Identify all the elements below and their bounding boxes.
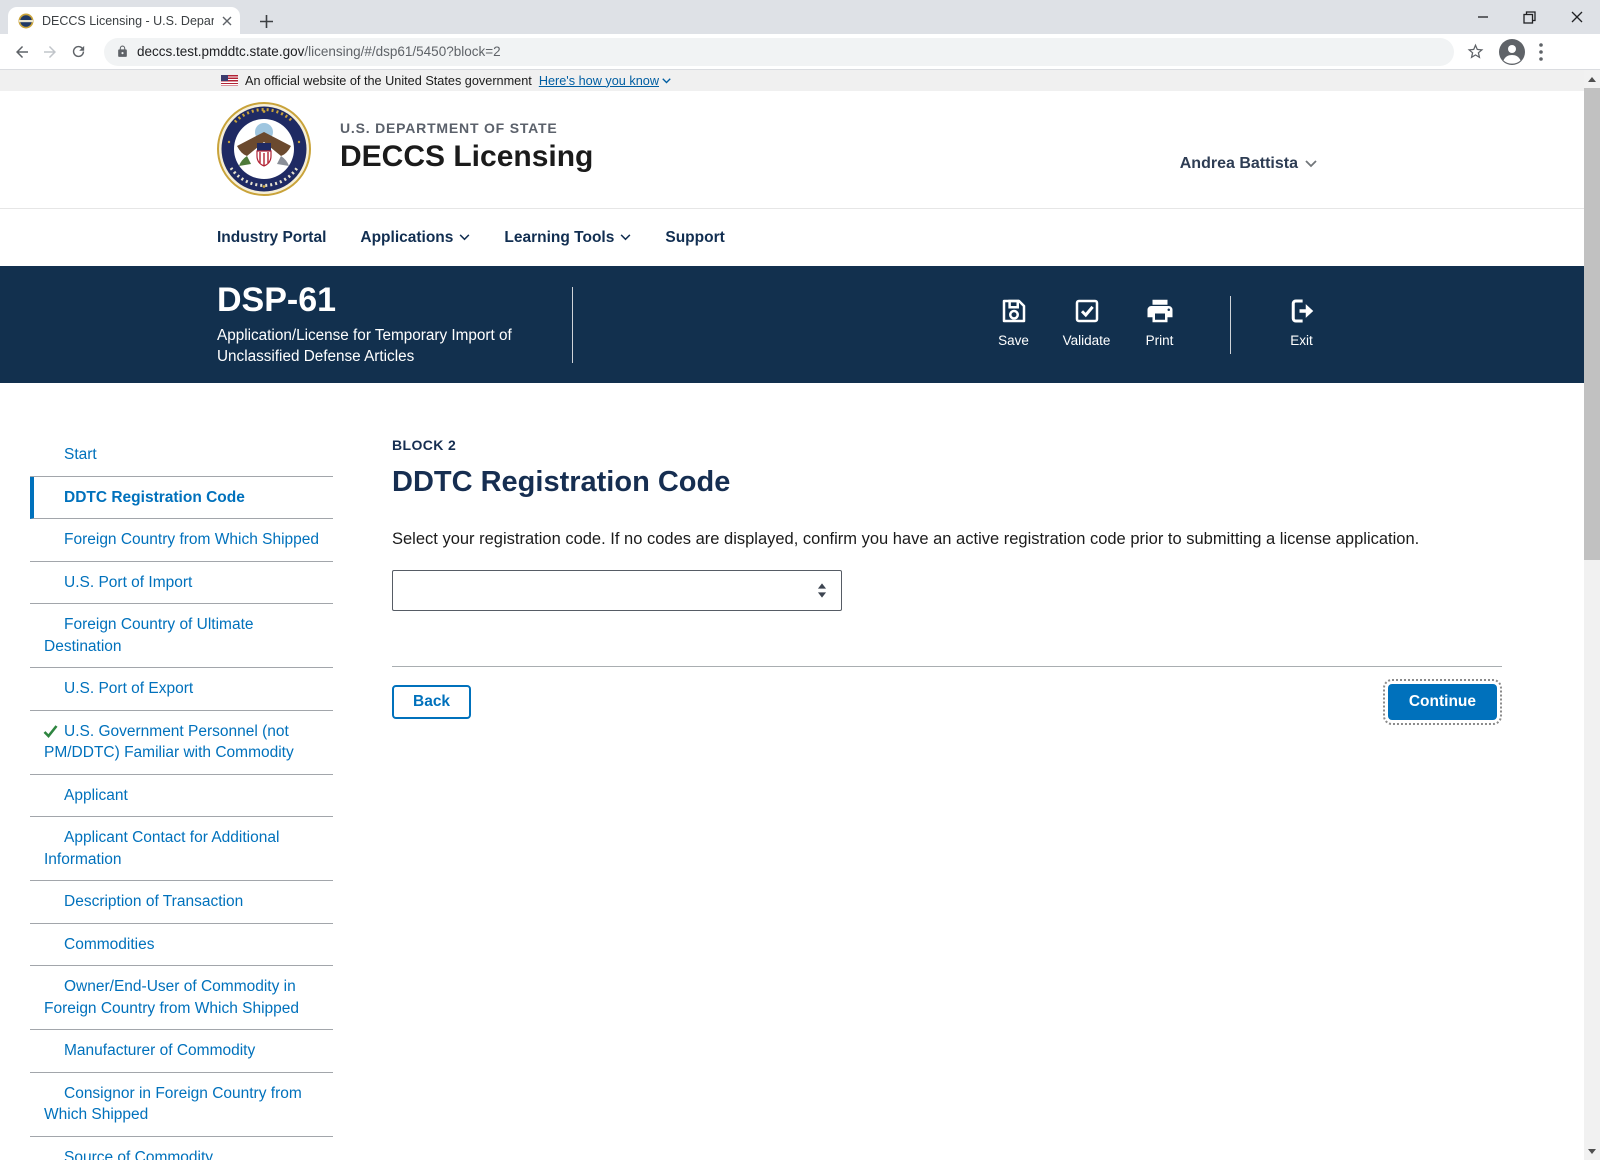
browser-tab-bar: DECCS Licensing - U.S. Departme	[0, 0, 1600, 34]
sidebar-item-us-government-personnel[interactable]: U.S. Government Personnel (not PM/DDTC) …	[30, 711, 333, 775]
chevron-down-icon	[620, 234, 631, 241]
banner-divider	[572, 286, 573, 363]
browser-reload-button[interactable]	[64, 38, 92, 66]
forward-arrow-icon	[44, 45, 56, 58]
tab-close-icon[interactable]	[222, 16, 232, 26]
gov-banner-text: An official website of the United States…	[245, 73, 532, 88]
sidebar-item-ddtc-registration-code[interactable]: DDTC Registration Code	[30, 476, 333, 519]
completed-check-icon	[43, 724, 58, 738]
instruction-text: Select your registration code. If no cod…	[392, 530, 1420, 548]
url-path: /licensing/#/dsp61/5450?block=2	[304, 44, 501, 59]
form-banner-titles: DSP-61 Application/License for Temporary…	[217, 282, 572, 367]
window-minimize-button[interactable]	[1459, 0, 1506, 34]
address-bar[interactable]: deccs.test.pmddtc.state.gov/licensing/#/…	[104, 37, 1454, 66]
reload-icon	[72, 45, 84, 58]
exit-icon	[1291, 299, 1313, 322]
window-restore-button[interactable]	[1506, 0, 1553, 34]
primary-nav: Industry Portal Applications Learning To…	[0, 208, 1600, 266]
agency-name: U.S. DEPARTMENT OF STATE	[340, 120, 558, 136]
registration-code-select[interactable]	[392, 570, 842, 611]
select-sort-arrows-icon	[817, 583, 827, 598]
sidebar-item-foreign-country-from-which-shipped[interactable]: Foreign Country from Which Shipped	[30, 519, 333, 562]
bookmark-star-icon[interactable]	[1466, 42, 1485, 61]
user-menu[interactable]: Andrea Battista	[1180, 155, 1317, 173]
block-label: BLOCK 2	[392, 437, 457, 453]
page-title: DDTC Registration Code	[392, 466, 731, 498]
sidebar-item-source-of-commodity[interactable]: Source of Commodity	[30, 1137, 333, 1160]
actions-divider	[1230, 295, 1231, 354]
form-main: BLOCK 2 DDTC Registration Code Select yo…	[392, 383, 1503, 1160]
validate-check-icon	[1075, 299, 1098, 322]
window-controls	[1459, 0, 1600, 34]
print-button[interactable]: Print	[1123, 296, 1196, 348]
sidebar-item-applicant[interactable]: Applicant	[30, 775, 333, 817]
plus-icon	[259, 14, 273, 28]
site-header: U.S. DEPARTMENT OF STATE DECCS Licensing…	[0, 91, 1600, 208]
section-divider	[392, 666, 1502, 667]
profile-avatar[interactable]	[1499, 38, 1525, 65]
url-text: deccs.test.pmddtc.state.gov/licensing/#/…	[137, 44, 501, 59]
nav-item-support[interactable]: Support	[665, 229, 724, 247]
back-button[interactable]: Back	[392, 685, 472, 719]
scrollbar-up-arrow[interactable]	[1584, 71, 1600, 87]
back-arrow-icon	[16, 45, 28, 58]
sidebar-item-us-port-of-export[interactable]: U.S. Port of Export	[30, 668, 333, 711]
us-flag-icon	[221, 75, 238, 86]
minimize-icon	[1477, 16, 1488, 18]
sidebar-item-description-of-transaction[interactable]: Description of Transaction	[30, 881, 333, 924]
sidebar-item-manufacturer-of-commodity[interactable]: Manufacturer of Commodity	[30, 1030, 333, 1073]
restore-icon	[1523, 10, 1536, 24]
browser-window: DECCS Licensing - U.S. Departme	[0, 0, 1600, 1160]
form-button-row: Back Continue	[392, 679, 1503, 725]
nav-item-learning-tools[interactable]: Learning Tools	[504, 229, 631, 247]
page-viewport: An official website of the United States…	[0, 70, 1600, 1160]
window-close-button[interactable]	[1553, 0, 1600, 34]
nav-item-industry-portal[interactable]: Industry Portal	[217, 229, 326, 247]
browser-forward-button[interactable]	[36, 38, 64, 66]
form-description: Application/License for Temporary Import…	[217, 327, 512, 365]
browser-menu-icon[interactable]	[1539, 42, 1543, 61]
sidebar-item-owner-end-user[interactable]: Owner/End-User of Commodity in Foreign C…	[30, 966, 333, 1030]
browser-toolbar: deccs.test.pmddtc.state.gov/licensing/#/…	[0, 34, 1600, 70]
sidebar-item-start[interactable]: Start	[30, 434, 333, 477]
content-area: Start DDTC Registration Code Foreign Cou…	[0, 383, 1600, 1160]
step-sidebar: Start DDTC Registration Code Foreign Cou…	[30, 434, 333, 1160]
toolbar-right-icons	[1466, 38, 1543, 65]
save-icon	[1002, 299, 1025, 322]
new-tab-button[interactable]	[254, 9, 278, 33]
form-banner: DSP-61 Application/License for Temporary…	[0, 266, 1600, 383]
nav-item-applications[interactable]: Applications	[360, 229, 470, 247]
department-of-state-seal	[217, 102, 311, 196]
save-button[interactable]: Save	[977, 296, 1050, 348]
sidebar-item-consignor[interactable]: Consignor in Foreign Country from Which …	[30, 1073, 333, 1137]
scrollbar-thumb[interactable]	[1584, 88, 1600, 560]
tab-title: DECCS Licensing - U.S. Departme	[42, 13, 214, 28]
gov-banner: An official website of the United States…	[0, 70, 1600, 91]
scrollbar-down-arrow[interactable]	[1584, 1143, 1600, 1159]
close-icon	[1571, 11, 1582, 23]
page-scrollbar[interactable]	[1584, 70, 1600, 1160]
chevron-down-icon	[1305, 160, 1317, 168]
sidebar-item-applicant-contact[interactable]: Applicant Contact for Additional Informa…	[30, 817, 333, 881]
favicon-seal-icon	[18, 13, 34, 28]
print-icon	[1147, 299, 1172, 322]
continue-button[interactable]: Continue	[1382, 679, 1503, 725]
browser-back-button[interactable]	[8, 38, 36, 66]
sidebar-item-foreign-country-of-ultimate-destination[interactable]: Foreign Country of Ultimate Destination	[30, 604, 333, 668]
browser-tab[interactable]: DECCS Licensing - U.S. Departme	[8, 7, 240, 34]
chevron-down-icon	[662, 77, 671, 83]
gov-banner-link[interactable]: Here's how you know	[539, 74, 671, 88]
lock-icon	[118, 45, 127, 57]
exit-button[interactable]: Exit	[1265, 296, 1338, 348]
form-actions: Save Validate Print Exit	[977, 295, 1338, 354]
form-code: DSP-61	[217, 281, 337, 319]
chevron-down-icon	[459, 234, 470, 241]
sidebar-item-commodities[interactable]: Commodities	[30, 924, 333, 966]
url-domain: deccs.test.pmddtc.state.gov	[137, 44, 305, 59]
app-title: DECCS Licensing	[340, 140, 594, 173]
user-name: Andrea Battista	[1179, 155, 1298, 172]
validate-button[interactable]: Validate	[1050, 296, 1123, 348]
sidebar-item-us-port-of-import[interactable]: U.S. Port of Import	[30, 562, 333, 604]
